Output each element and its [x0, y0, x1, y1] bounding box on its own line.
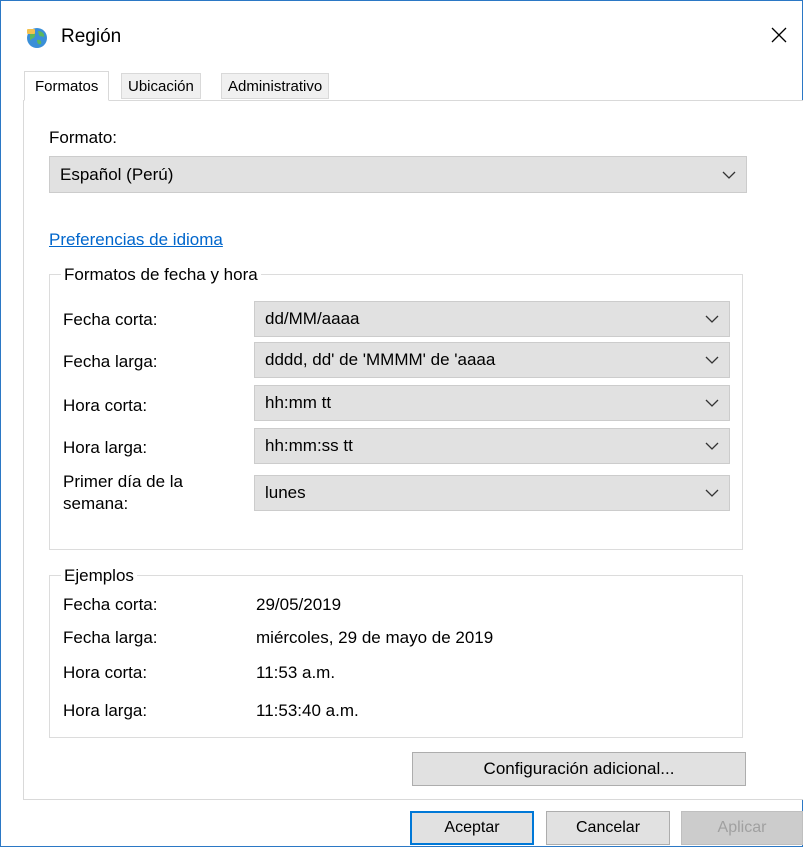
tab-formatos[interactable]: Formatos — [24, 71, 110, 101]
example-long-date-label: Fecha larga: — [63, 628, 158, 647]
globe-region-icon — [27, 28, 47, 48]
short-date-dropdown[interactable]: dd/MM/aaaa — [254, 301, 730, 337]
short-time-label: Hora corta: — [63, 396, 148, 415]
tab-label: Formatos — [35, 78, 99, 95]
long-time-value: hh:mm:ss tt — [265, 436, 353, 455]
chevron-down-icon — [705, 315, 719, 323]
long-time-dropdown[interactable]: hh:mm:ss tt — [254, 428, 730, 464]
example-short-date-value: 29/05/2019 — [256, 595, 342, 614]
ok-button[interactable]: Aceptar — [410, 811, 534, 845]
example-short-time-label: Hora corta: — [63, 663, 148, 682]
chevron-down-icon — [705, 356, 719, 364]
chevron-down-icon — [705, 489, 719, 497]
short-time-dropdown[interactable]: hh:mm tt — [254, 385, 730, 421]
example-short-time-value: 11:53 a.m. — [256, 663, 336, 682]
first-day-label: Primer día de la semana: — [63, 472, 183, 513]
example-short-date-label: Fecha corta: — [63, 595, 158, 614]
cancel-button[interactable]: Cancelar — [546, 811, 670, 845]
first-day-value: lunes — [265, 483, 306, 502]
date-time-formats-legend: Formatos de fecha y hora — [61, 264, 261, 286]
long-time-label: Hora larga: — [63, 438, 148, 457]
first-day-dropdown[interactable]: lunes — [254, 475, 730, 511]
additional-settings-button[interactable]: Configuración adicional... — [412, 752, 746, 786]
format-value: Español (Perú) — [60, 164, 174, 184]
example-long-time-value: 11:53:40 a.m. — [256, 701, 359, 720]
example-long-time-label: Hora larga: — [63, 701, 148, 720]
long-date-value: dddd, dd' de 'MMMM' de 'aaaa — [265, 350, 496, 369]
tab-administrativo[interactable]: Administrativo — [221, 73, 330, 99]
close-icon — [771, 27, 787, 43]
language-preferences-link[interactable]: Preferencias de idioma — [49, 230, 223, 250]
region-dialog: Región Formatos Ubicación Administrativo… — [0, 0, 803, 847]
short-date-label: Fecha corta: — [63, 310, 158, 329]
format-label: Formato: — [49, 128, 118, 147]
long-date-label: Fecha larga: — [63, 352, 158, 371]
examples-legend: Ejemplos — [61, 565, 137, 587]
chevron-down-icon — [705, 399, 719, 407]
chevron-down-icon — [705, 442, 719, 450]
tab-label: Administrativo — [228, 78, 323, 95]
example-long-date-value: miércoles, 29 de mayo de 2019 — [256, 628, 494, 647]
tab-label: Ubicación — [128, 78, 194, 95]
short-time-value: hh:mm tt — [265, 393, 332, 412]
close-button[interactable] — [756, 15, 802, 55]
window-title: Región — [61, 26, 122, 47]
format-dropdown[interactable]: Español (Perú) — [49, 156, 747, 193]
short-date-value: dd/MM/aaaa — [265, 309, 360, 328]
tab-ubicacion[interactable]: Ubicación — [121, 73, 201, 99]
chevron-down-icon — [722, 171, 736, 179]
apply-button[interactable]: Aplicar — [681, 811, 803, 845]
long-date-dropdown[interactable]: dddd, dd' de 'MMMM' de 'aaaa — [254, 342, 730, 378]
title-bar: Región — [1, 1, 802, 73]
